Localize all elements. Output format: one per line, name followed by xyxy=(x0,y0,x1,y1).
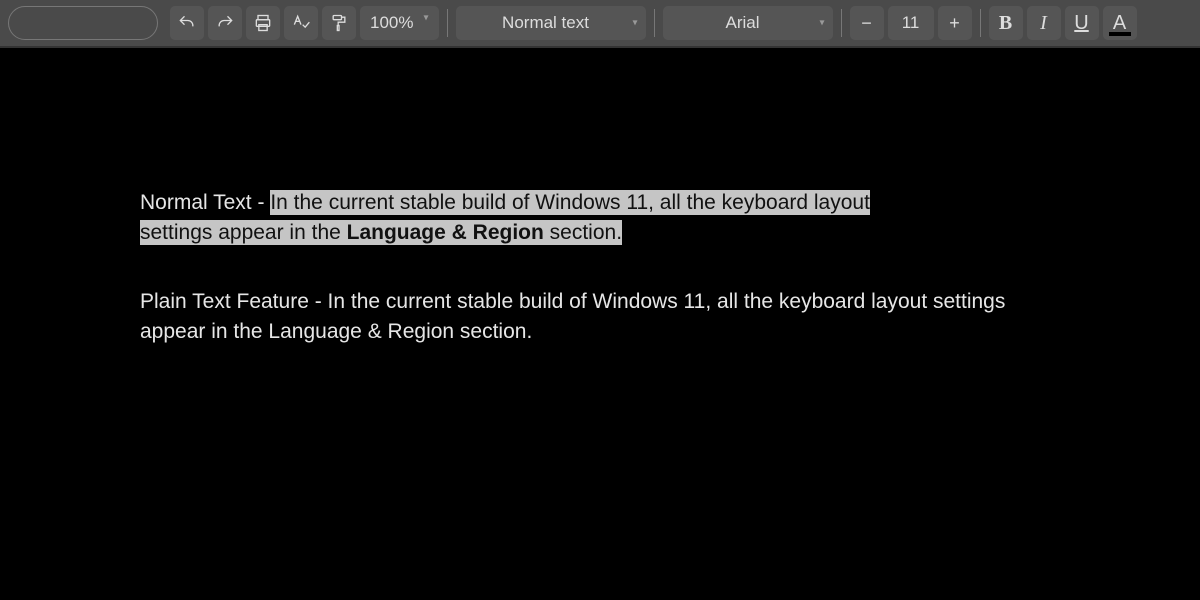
paint-format-button[interactable] xyxy=(322,6,356,40)
paragraph[interactable]: Plain Text Feature - In the current stab… xyxy=(140,287,1060,348)
text-run: Normal Text - xyxy=(140,191,270,214)
paint-format-icon xyxy=(329,13,349,33)
text-run: In the current stable build of Windows 1… xyxy=(270,191,870,214)
zoom-value: 100% xyxy=(370,13,413,33)
chevron-down-icon: ▾ xyxy=(819,18,824,29)
paragraph[interactable]: Normal Text - In the current stable buil… xyxy=(140,188,1060,249)
text-run: settings appear in the xyxy=(140,221,347,244)
toolbar-divider xyxy=(447,9,448,37)
search-input[interactable] xyxy=(8,6,158,40)
toolbar-divider xyxy=(841,9,842,37)
redo-icon xyxy=(215,13,235,33)
spellcheck-icon xyxy=(291,13,311,33)
print-button[interactable] xyxy=(246,6,280,40)
paragraph-style-select[interactable]: Normal text ▾ xyxy=(456,6,646,40)
undo-icon xyxy=(177,13,197,33)
minus-icon: − xyxy=(861,13,872,34)
underline-button[interactable]: U xyxy=(1065,6,1099,40)
text-color-button[interactable]: A xyxy=(1103,6,1137,40)
paragraph-style-value: Normal text xyxy=(502,13,589,33)
text-run: section. xyxy=(544,221,622,244)
chevron-down-icon: ▾ xyxy=(632,18,637,29)
font-size-value[interactable]: 11 xyxy=(888,6,934,40)
print-icon xyxy=(253,13,273,33)
plus-icon: + xyxy=(949,13,960,34)
text-run: Plain Text Feature - In the current stab… xyxy=(140,290,1005,343)
selection: In the current stable build of Windows 1… xyxy=(270,190,870,215)
bold-button[interactable]: B xyxy=(989,6,1023,40)
text-color-icon: A xyxy=(1113,12,1126,35)
toolbar: 100% ▾ Normal text ▾ Arial ▾ − 11 + B I … xyxy=(0,0,1200,48)
underline-icon: U xyxy=(1074,12,1088,35)
redo-button[interactable] xyxy=(208,6,242,40)
font-size-decrease-button[interactable]: − xyxy=(850,6,884,40)
spellcheck-button[interactable] xyxy=(284,6,318,40)
font-size-increase-button[interactable]: + xyxy=(938,6,972,40)
zoom-select[interactable]: 100% ▾ xyxy=(360,6,439,40)
toolbar-divider xyxy=(980,9,981,37)
bold-icon: B xyxy=(999,12,1012,35)
document-area[interactable]: Normal Text - In the current stable buil… xyxy=(0,48,1200,348)
font-value: Arial xyxy=(726,13,760,33)
font-size-stepper: − 11 + xyxy=(850,6,972,40)
italic-icon: I xyxy=(1040,12,1047,35)
toolbar-divider xyxy=(654,9,655,37)
page[interactable]: Normal Text - In the current stable buil… xyxy=(0,48,1200,348)
undo-button[interactable] xyxy=(170,6,204,40)
italic-button[interactable]: I xyxy=(1027,6,1061,40)
chevron-down-icon: ▾ xyxy=(423,12,428,23)
text-run-bold: Language & Region xyxy=(347,221,544,244)
font-select[interactable]: Arial ▾ xyxy=(663,6,833,40)
selection: settings appear in the Language & Region… xyxy=(140,220,622,245)
